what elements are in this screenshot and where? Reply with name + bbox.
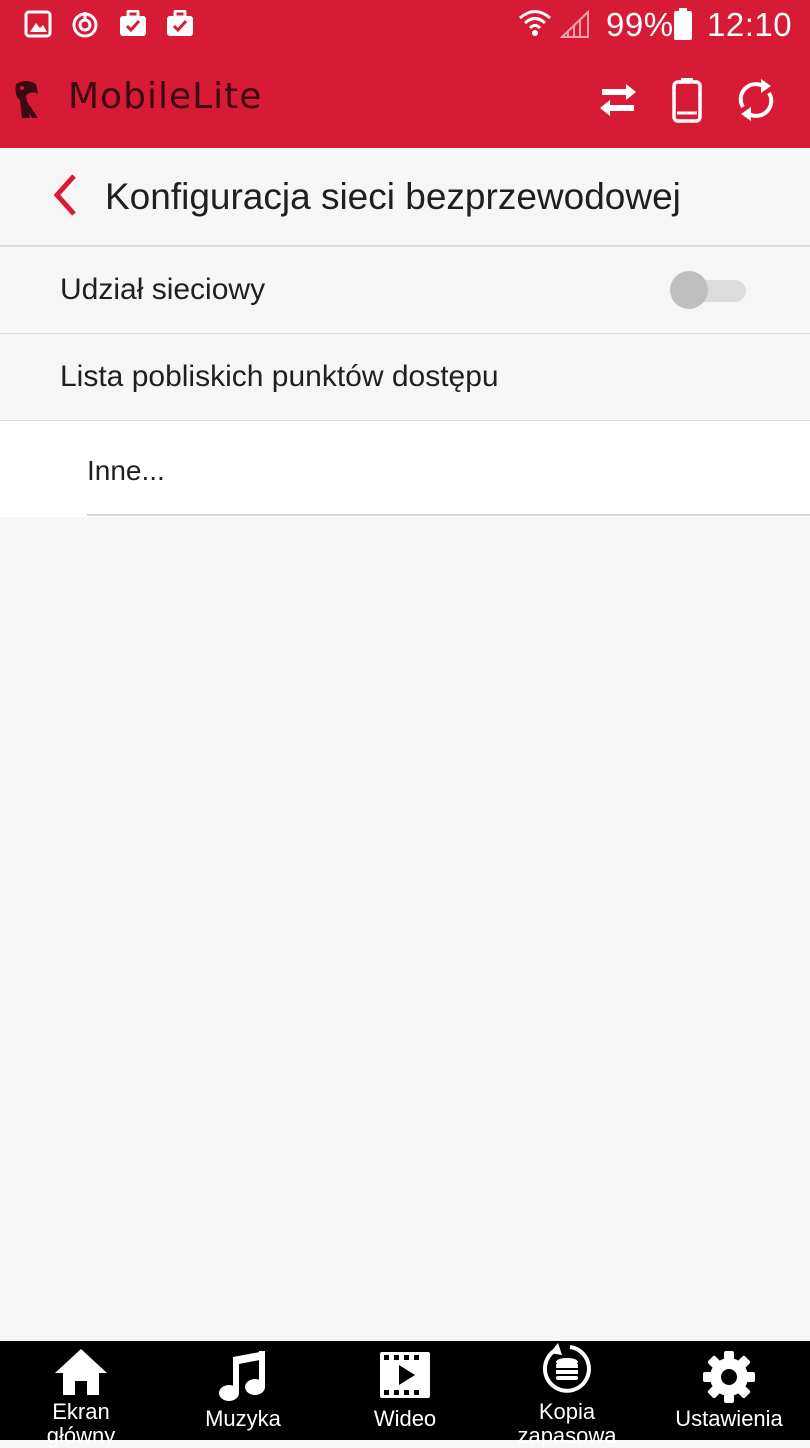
divider bbox=[87, 514, 810, 516]
nav-backup[interactable]: Kopia zapasowa bbox=[486, 1341, 648, 1448]
home-icon bbox=[53, 1347, 109, 1402]
refresh-icon bbox=[733, 77, 779, 128]
network-share-toggle[interactable] bbox=[670, 271, 748, 309]
signal-icon bbox=[559, 9, 590, 43]
clock: 12:10 bbox=[707, 6, 793, 43]
other-networks-row[interactable]: Inne... bbox=[0, 421, 810, 517]
nav-music-label: Muzyka bbox=[205, 1406, 281, 1431]
nav-backup-label-line2: zapasowa bbox=[517, 1423, 617, 1448]
battery-icon bbox=[674, 8, 692, 45]
nav-backup-label: Kopia bbox=[538, 1399, 596, 1424]
toggle-knob bbox=[670, 271, 708, 309]
nearby-hotspots-row[interactable]: Lista pobliskich punktów dostępu bbox=[0, 334, 810, 422]
app-header: 99% 12:10 MobileLite bbox=[0, 0, 810, 148]
nav-music[interactable]: Muzyka bbox=[162, 1341, 324, 1440]
nav-home-label: Ekran bbox=[52, 1399, 110, 1424]
gallery-icon bbox=[24, 10, 52, 43]
page-title: Konfiguracja sieci bezprzewodowej bbox=[105, 176, 681, 217]
music-icon bbox=[217, 1349, 269, 1408]
briefcase-check-icon bbox=[165, 9, 195, 43]
nav-home-label-line2: główny bbox=[46, 1423, 116, 1448]
nav-settings-label: Ustawienia bbox=[675, 1406, 783, 1431]
refresh-button[interactable] bbox=[728, 74, 784, 130]
battery-percent: 99% bbox=[606, 6, 674, 43]
nearby-hotspots-label: Lista pobliskich punktów dostępu bbox=[60, 360, 499, 393]
video-icon bbox=[379, 1351, 431, 1404]
nav-settings[interactable]: Ustawienia bbox=[648, 1341, 810, 1440]
network-share-row[interactable]: Udział sieciowy bbox=[0, 247, 810, 335]
other-networks-label: Inne... bbox=[87, 455, 165, 486]
chevron-left-icon bbox=[52, 173, 78, 222]
backup-icon bbox=[540, 1343, 594, 1400]
brand-name: MobileLite bbox=[68, 76, 263, 117]
device-icon bbox=[672, 77, 702, 128]
transfer-button[interactable] bbox=[590, 74, 646, 130]
nav-video-label: Wideo bbox=[373, 1406, 437, 1431]
transfer-icon bbox=[598, 80, 638, 125]
bottom-navigation: Ekran główny Muzyka Wideo Kopia zapasowa… bbox=[0, 1341, 810, 1448]
app-bar: MobileLite bbox=[0, 60, 810, 148]
brand-logo-icon bbox=[8, 78, 44, 127]
briefcase-check-icon bbox=[118, 9, 148, 43]
gear-icon bbox=[701, 1349, 757, 1410]
nav-video[interactable]: Wideo bbox=[324, 1341, 486, 1440]
back-button[interactable] bbox=[40, 170, 90, 224]
sync-icon bbox=[70, 10, 100, 45]
page-header: Konfiguracja sieci bezprzewodowej bbox=[0, 148, 810, 247]
nav-home[interactable]: Ekran główny bbox=[0, 1341, 162, 1448]
network-share-label: Udział sieciowy bbox=[60, 273, 266, 306]
device-button[interactable] bbox=[659, 74, 715, 130]
wifi-icon bbox=[518, 8, 552, 43]
status-bar: 99% 12:10 bbox=[0, 0, 810, 52]
